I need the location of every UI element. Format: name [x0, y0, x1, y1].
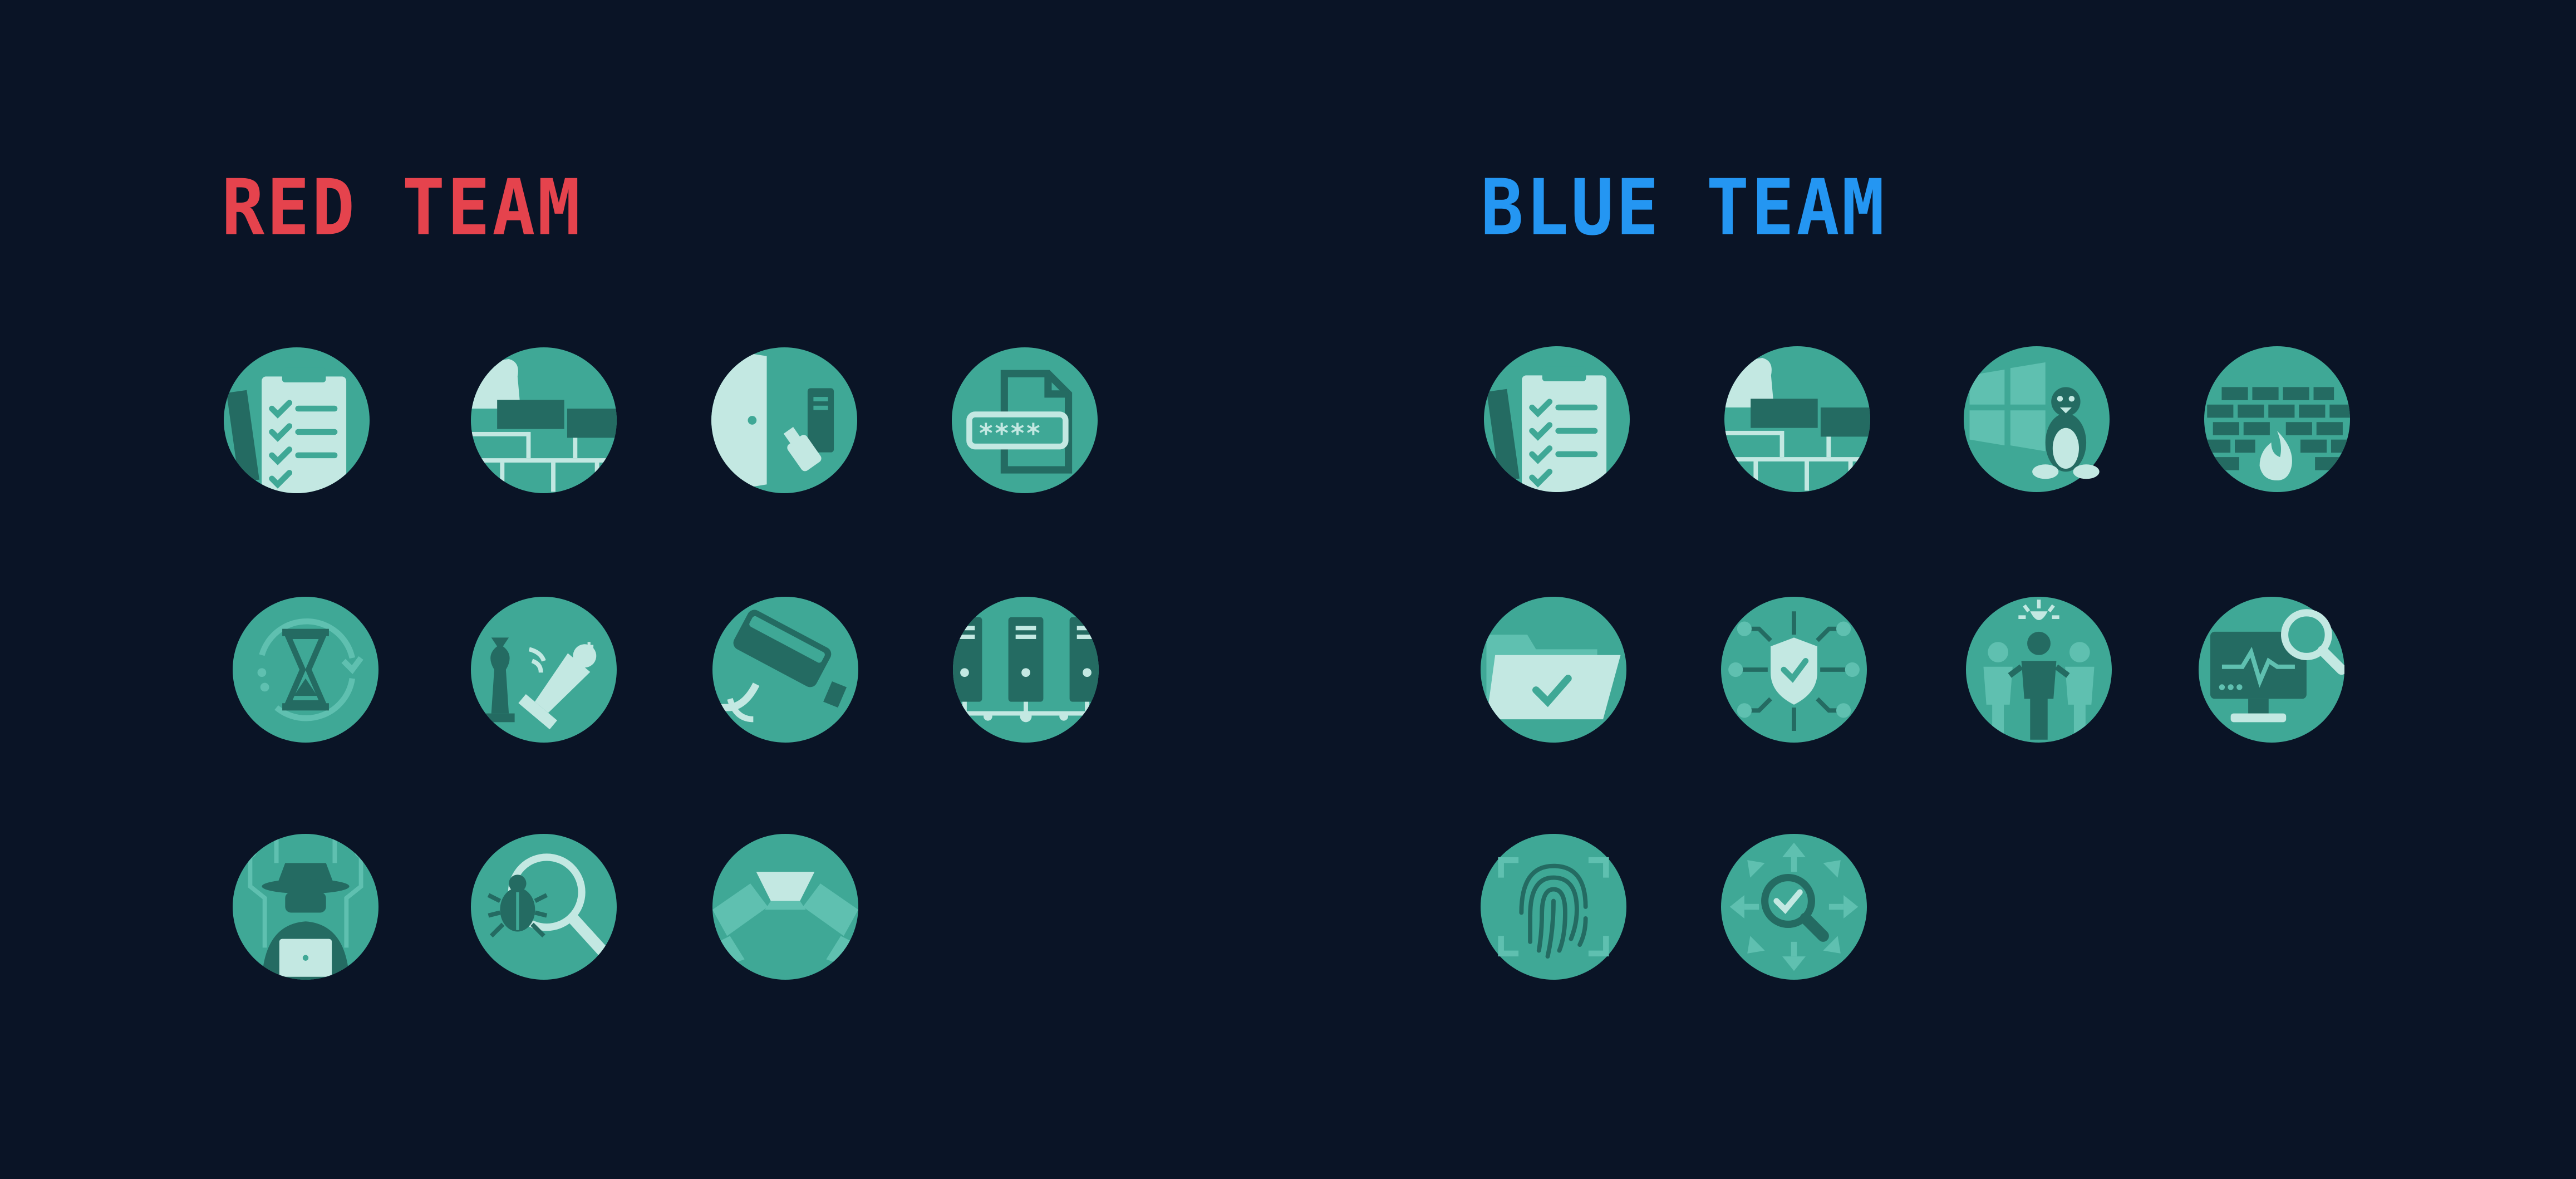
arched-bridge-icon — [712, 834, 858, 980]
team-people-icon — [1966, 597, 2112, 743]
brick-wall-hand-icon — [471, 347, 617, 493]
folder-check-icon — [1481, 597, 1626, 743]
hacker-laptop-icon — [233, 834, 378, 980]
checklist-clipboard-icon — [1484, 346, 1630, 492]
monitor-search-icon — [2199, 597, 2344, 743]
search-arrows-icon — [1721, 834, 1867, 980]
server-network-icon — [953, 597, 1099, 743]
firewall-icon — [2204, 346, 2350, 492]
windows-linux-icon — [1964, 346, 2110, 492]
door-usb-drive-icon — [711, 347, 857, 493]
brick-wall-hand-icon — [1724, 346, 1870, 492]
security-camera-icon — [712, 597, 858, 743]
shield-network-icon — [1721, 597, 1867, 743]
svg-text:****: **** — [978, 418, 1041, 449]
bug-magnifier-icon — [471, 834, 617, 980]
password-file-icon: **** — [952, 347, 1098, 493]
fingerprint-scan-icon — [1481, 834, 1626, 980]
blue-team-title: BLUE TEAM — [1481, 163, 1887, 253]
hourglass-cycle-icon — [233, 597, 378, 743]
red-team-title: RED TEAM — [222, 163, 583, 253]
checklist-clipboard-icon — [224, 347, 370, 493]
chess-pieces-icon — [471, 597, 617, 743]
